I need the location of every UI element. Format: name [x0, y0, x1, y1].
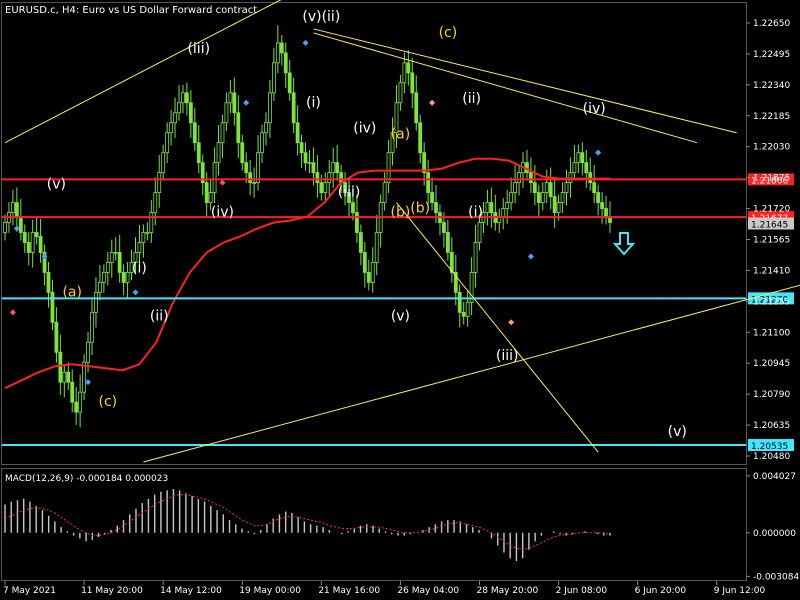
price-tick-label: 1.22030	[753, 143, 790, 153]
price-tick-label: 1.20635	[753, 421, 790, 431]
wave-label: (v)(ii)	[302, 9, 340, 25]
wave-label: (v)	[47, 177, 66, 193]
chart-title: EURUSD.c, H4: Euro vs US Dollar Forward …	[5, 5, 257, 16]
price-axis: 1.22650 1.22495 1.22340 1.22185 1.22030 1.218…	[746, 19, 790, 462]
time-tick-label: 14 May 12:00	[160, 586, 222, 596]
time-tick-label: 9 Jun 12:00	[714, 586, 766, 596]
price-tick-label: 1.21720	[753, 205, 790, 215]
price-tick-label: 1.21410	[753, 266, 790, 276]
time-tick-label: 21 May 16:00	[318, 586, 380, 596]
wave-label: (iii)	[187, 41, 210, 57]
trading-chart-window: 1.218661.216771.216451.212701.20535 (v)(…	[0, 0, 800, 600]
wave-label: (v)	[668, 424, 687, 440]
wave-label: (b)	[410, 201, 430, 217]
macd-tick-label: 0.000000	[753, 529, 796, 539]
time-tick-label: 2 Jun 08:00	[556, 586, 608, 596]
price-level-label: 1.21645	[748, 217, 794, 231]
macd-tick-label: -0.003084	[753, 572, 799, 582]
wave-label: (a)	[391, 127, 411, 143]
wave-label: (c)	[98, 394, 117, 410]
time-tick-label: 19 May 00:00	[239, 586, 301, 596]
price-tick-label: 1.22185	[753, 112, 790, 122]
price-tick-label: 1.22495	[753, 50, 790, 60]
wave-label: (i)	[306, 95, 321, 111]
wave-label: (iii)	[496, 348, 519, 364]
price-tick-label: 1.21255	[753, 297, 790, 307]
chart-canvas[interactable]: 1.218661.216771.216451.212701.20535 (v)(…	[0, 0, 800, 600]
wave-label: (i)	[132, 260, 147, 276]
wave-label: (iv)	[353, 121, 376, 137]
macd-tick-label: 0.004027	[753, 472, 796, 482]
price-tick-label: 1.22650	[753, 19, 790, 29]
time-tick-label: 6 Jun 20:00	[635, 586, 687, 596]
wave-label: (b)	[391, 205, 411, 221]
wave-label: (c)	[439, 25, 458, 41]
time-tick-label: 28 May 20:00	[477, 586, 539, 596]
wave-label: (i)	[468, 205, 483, 221]
wave-label: (a)	[62, 284, 82, 300]
time-tick-label: 7 May 2021	[3, 586, 56, 596]
wave-label: (ii)	[462, 91, 481, 107]
price-tick-label: 1.21875	[753, 174, 790, 184]
price-tick-label: 1.20480	[753, 452, 790, 462]
wave-label: (iii)	[338, 185, 361, 201]
time-tick-label: 26 May 04:00	[397, 586, 459, 596]
time-tick-label: 11 May 20:00	[81, 586, 143, 596]
price-tick-label: 1.21100	[753, 328, 790, 338]
macd-title: MACD(12,26,9) -0.000184 0.000023	[5, 474, 168, 484]
wave-label: (iv)	[583, 101, 606, 117]
wave-label: (v)	[391, 308, 410, 324]
svg-text:1.20535: 1.20535	[751, 442, 788, 452]
svg-text:1.21645: 1.21645	[751, 221, 788, 231]
price-level-label: 1.20535	[748, 439, 794, 452]
price-tick-label: 1.20790	[753, 390, 790, 400]
price-tick-label: 1.20945	[753, 359, 790, 369]
price-tick-label: 1.21565	[753, 235, 790, 245]
wave-label: (ii)	[150, 308, 169, 324]
wave-label: (iv)	[211, 205, 234, 221]
price-tick-label: 1.22340	[753, 81, 790, 91]
